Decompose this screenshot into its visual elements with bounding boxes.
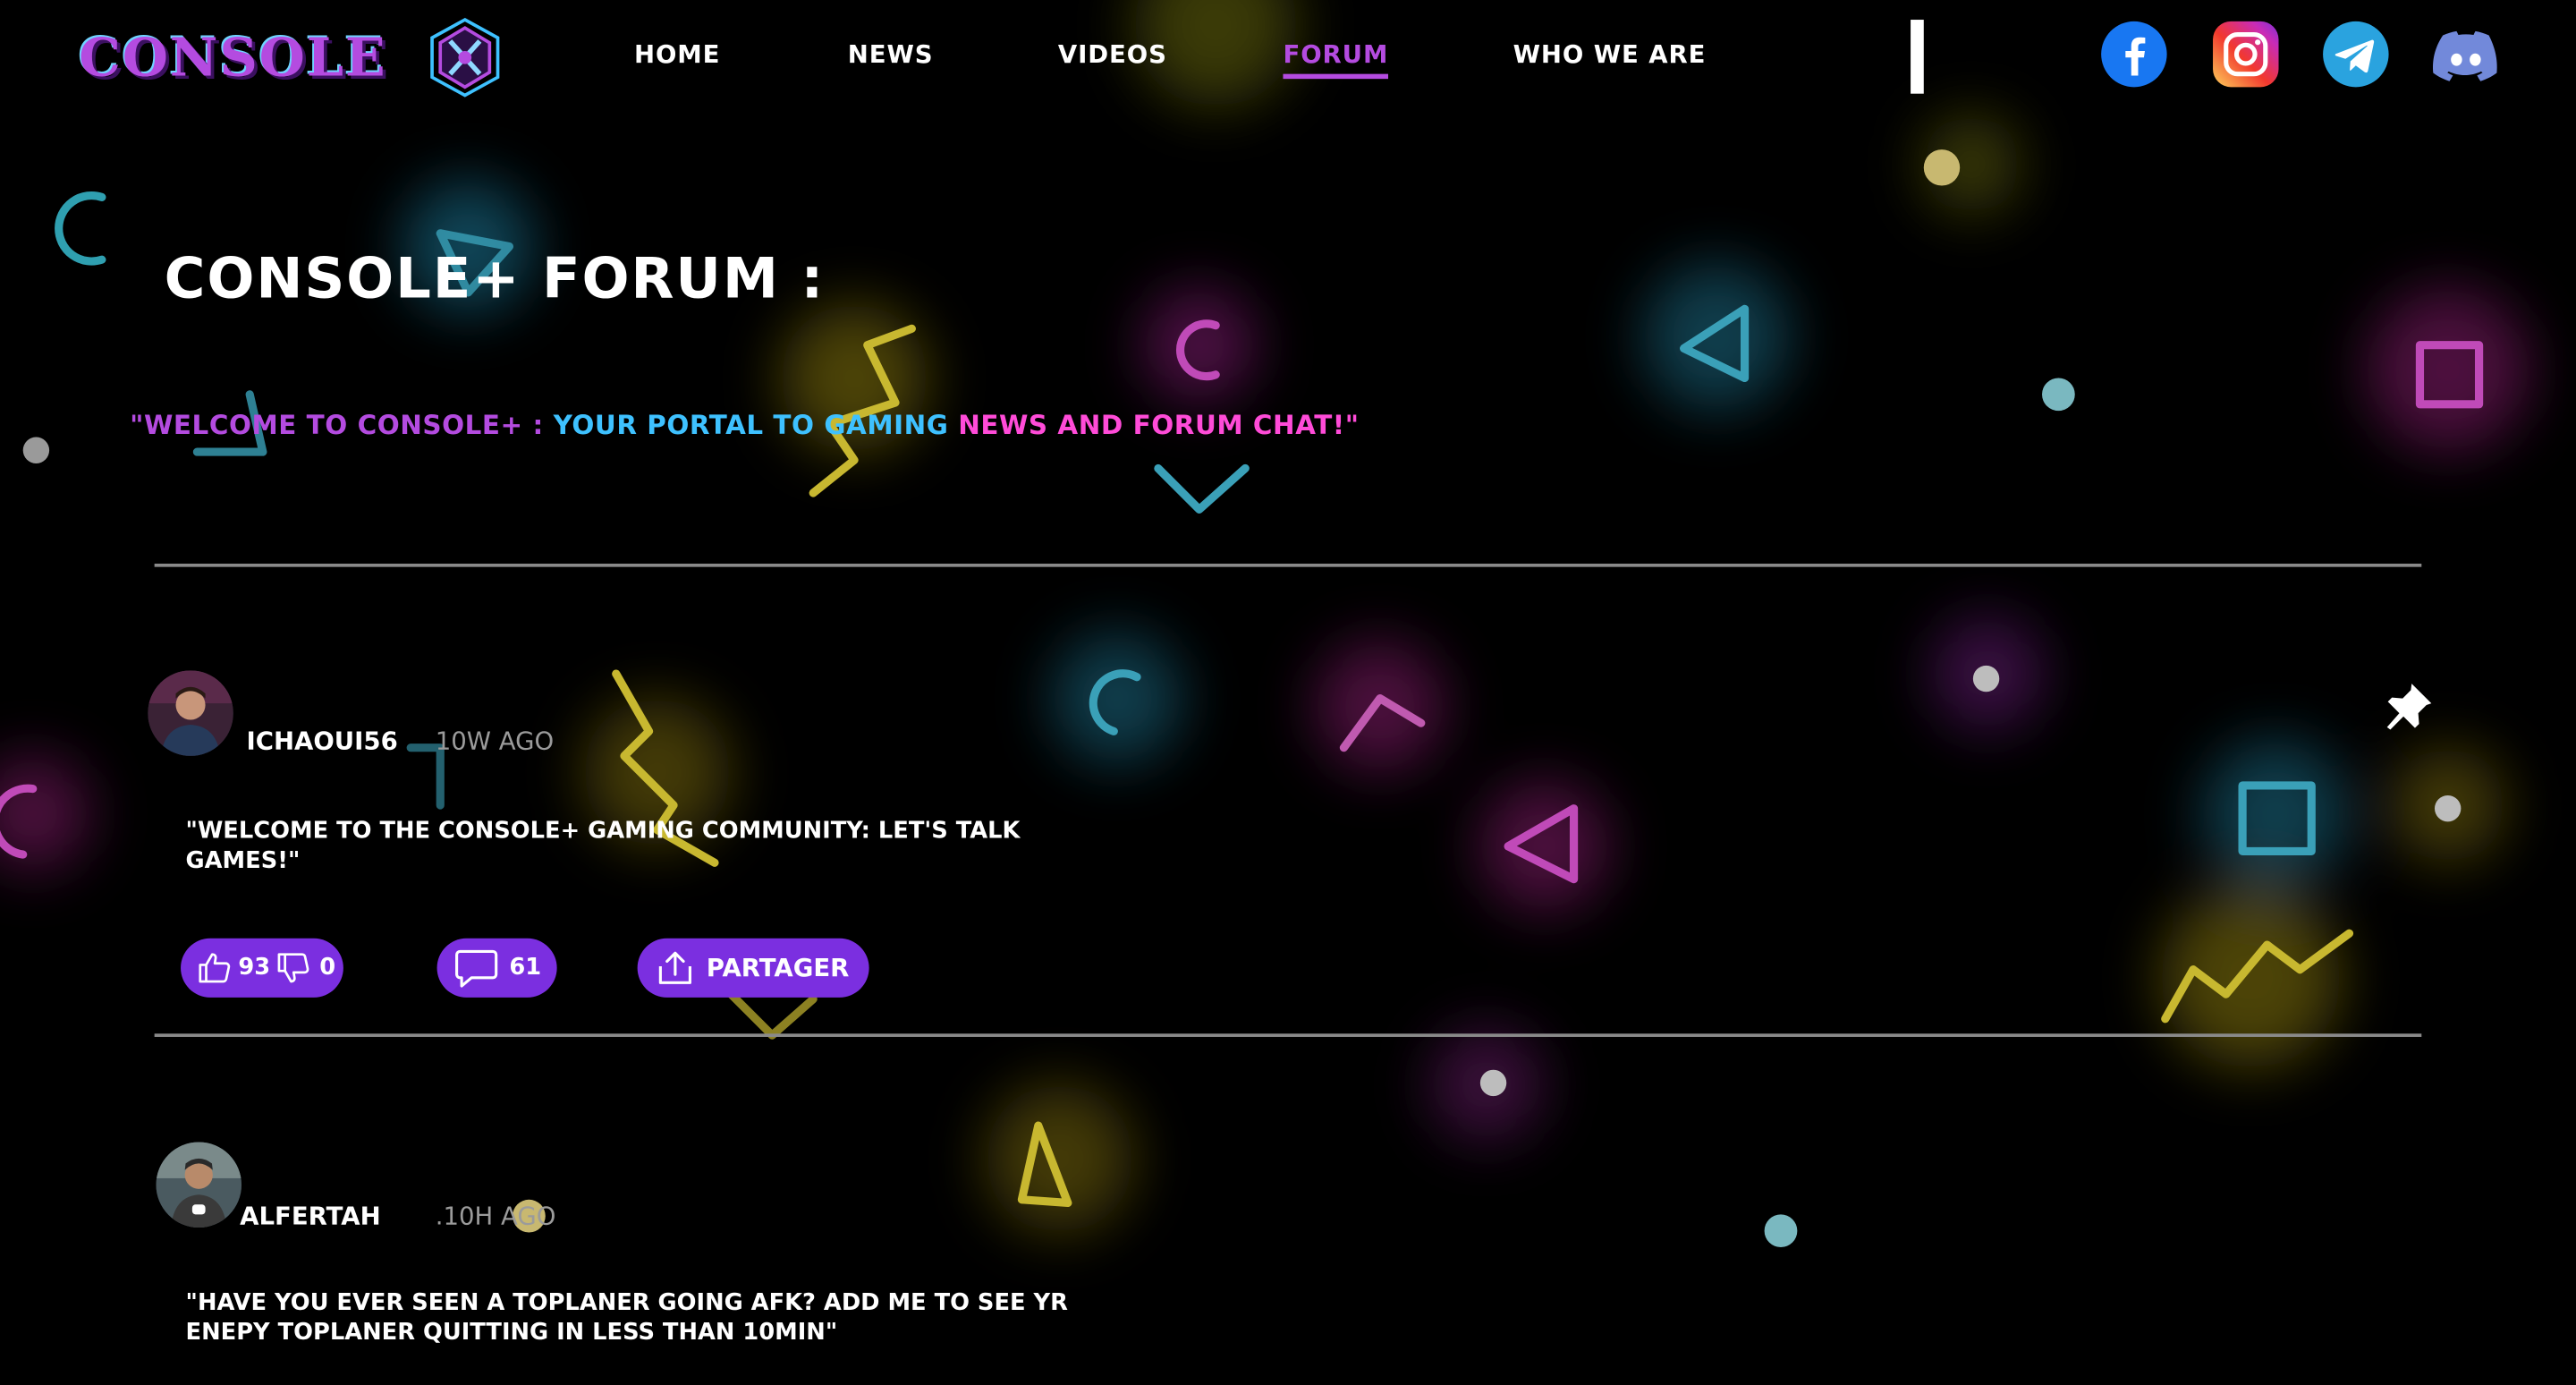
discord-icon[interactable]: [2431, 20, 2500, 89]
logo-emblem-icon: [430, 17, 500, 98]
top-navigation-bar: CONSOLE HOME NEWS VIDEOS FORUM WHO WE AR…: [0, 0, 2576, 118]
section-divider: [154, 563, 2422, 567]
user-avatar-icon: [148, 670, 233, 756]
post-time: .10H AGO: [435, 1201, 556, 1231]
comments-count: 61: [509, 955, 542, 981]
tagline: "WELCOME TO CONSOLE+ : YOUR PORTAL TO GA…: [130, 409, 1360, 440]
dislikes-count: 0: [319, 955, 336, 981]
thumbs-up-icon[interactable]: [197, 950, 233, 986]
post-body: "HAVE YOU EVER SEEN A TOPLANER GOING AFK…: [185, 1289, 1068, 1347]
page-title: CONSOLE+ FORUM :: [164, 246, 826, 312]
tagline-part-3: NEWS AND FORUM CHAT!": [958, 409, 1360, 441]
nav-divider: [1911, 20, 1924, 94]
nav-forum[interactable]: FORUM: [1283, 39, 1389, 80]
user-avatar-icon: [156, 1142, 242, 1228]
thumbs-down-icon[interactable]: [276, 950, 312, 986]
share-icon: [658, 951, 691, 984]
nav-home[interactable]: HOME: [634, 39, 720, 69]
comments-button[interactable]: 61: [436, 938, 557, 998]
avatar[interactable]: [148, 670, 233, 756]
share-button[interactable]: PARTAGER: [637, 938, 869, 998]
facebook-icon[interactable]: [2099, 20, 2168, 89]
post-username[interactable]: ICHAOUI56: [247, 726, 398, 756]
avatar[interactable]: [156, 1142, 242, 1228]
neon-shapes-background: [0, 0, 2530, 1248]
tagline-part-1: "WELCOME TO CONSOLE+ :: [130, 409, 554, 441]
instagram-icon[interactable]: [2211, 20, 2280, 89]
nav-videos[interactable]: VIDEOS: [1058, 39, 1167, 69]
reactions-button[interactable]: 93 0: [181, 938, 343, 998]
likes-count: 93: [238, 955, 271, 981]
comment-icon: [455, 949, 498, 988]
tagline-part-2: YOUR PORTAL TO GAMING: [553, 409, 959, 441]
share-label: PARTAGER: [706, 953, 850, 983]
nav-who-we-are[interactable]: WHO WE ARE: [1513, 39, 1707, 69]
post-divider: [154, 1033, 2422, 1037]
telegram-icon[interactable]: [2321, 20, 2390, 89]
console-logo[interactable]: CONSOLE: [79, 16, 500, 98]
nav-news[interactable]: NEWS: [848, 39, 934, 69]
post-time: 10W AGO: [435, 726, 555, 756]
post-username[interactable]: ALFERTAH: [240, 1202, 381, 1231]
pin-icon[interactable]: [2379, 677, 2438, 736]
logo-text: CONSOLE: [79, 26, 387, 89]
page: CONSOLE HOME NEWS VIDEOS FORUM WHO WE AR…: [0, 0, 2576, 1385]
post-body: "WELCOME TO THE CONSOLE+ GAMING COMMUNIT…: [185, 818, 1021, 875]
